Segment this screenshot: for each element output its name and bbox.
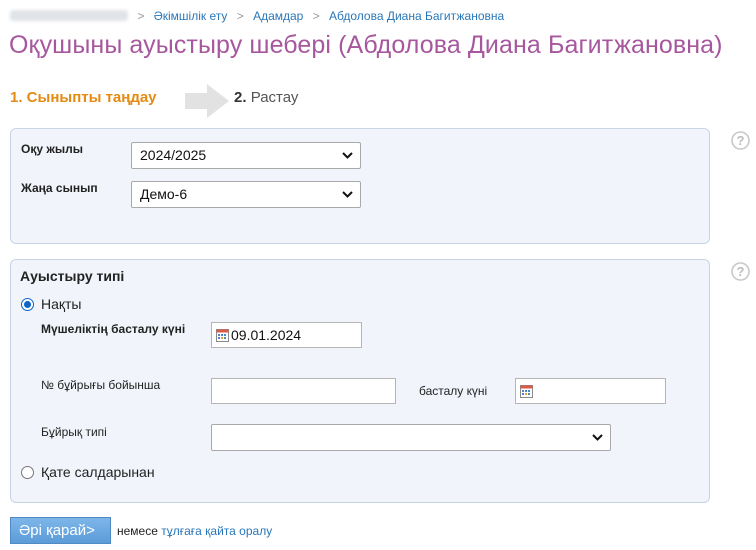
order-type-select[interactable]: [211, 424, 611, 451]
start-date-label: басталу күні: [419, 384, 488, 398]
new-class-select[interactable]: Демо-6: [131, 181, 361, 208]
chevron-down-icon: [342, 191, 353, 198]
or-text: немесе: [117, 524, 158, 538]
radio-exact[interactable]: [21, 298, 34, 311]
start-date-field[interactable]: [515, 378, 666, 404]
next-button[interactable]: Әрі қарай>: [10, 517, 111, 544]
wizard-steps: 1. Сыныпты таңдау 2. Растау: [10, 84, 410, 118]
membership-start-value: 09.01.2024: [231, 327, 302, 343]
breadcrumb-separator: >: [312, 9, 320, 23]
membership-start-date-field[interactable]: 09.01.2024: [211, 322, 362, 348]
order-type-label: Бұйрық типі: [41, 425, 107, 439]
svg-text:?: ?: [737, 133, 745, 148]
new-class-value: Демо-6: [140, 186, 188, 202]
step-arrow-icon: [185, 84, 229, 118]
step-select-class: 1. Сыныпты таңдау: [10, 89, 157, 106]
page-title: Оқушыны ауыстыру шебері (Абдолова Диана …: [9, 31, 723, 59]
order-number-input[interactable]: [211, 378, 396, 404]
breadcrumb-link-admin[interactable]: Әкімшілік ету: [154, 9, 228, 23]
breadcrumb-hidden-item: [10, 10, 128, 21]
footer-text: немесе тұлғаға қайта оралу: [117, 524, 272, 538]
chevron-down-icon: [342, 152, 353, 159]
calendar-icon[interactable]: [520, 385, 533, 398]
membership-start-label: Мүшеліктің басталу күні: [41, 322, 186, 336]
breadcrumb-link-person[interactable]: Абдолова Диана Багитжановна: [329, 9, 504, 23]
breadcrumb-link-people[interactable]: Адамдар: [253, 9, 303, 23]
breadcrumb: > Әкімшілік ету > Адамдар > Абдолова Диа…: [10, 9, 504, 23]
class-selection-panel: Оқу жылы 2024/2025 Жаңа сынып Демо-6: [10, 128, 710, 244]
breadcrumb-separator: >: [137, 9, 145, 23]
help-icon[interactable]: ?: [731, 262, 750, 281]
calendar-icon[interactable]: [216, 329, 229, 342]
order-number-label: № бұйрығы бойынша: [41, 378, 161, 392]
step-confirm-label: Растау: [250, 89, 299, 106]
step-confirm: 2. Растау: [234, 89, 298, 106]
svg-text:?: ?: [737, 264, 745, 279]
breadcrumb-separator: >: [236, 9, 244, 23]
step-confirm-number: 2.: [234, 89, 247, 106]
radio-exact-label[interactable]: Нақты: [41, 296, 82, 312]
school-year-select[interactable]: 2024/2025: [131, 142, 361, 169]
radio-error-label[interactable]: Қате салдарынан: [41, 464, 155, 480]
help-icon[interactable]: ?: [731, 131, 750, 150]
back-to-person-link[interactable]: тұлғаға қайта оралу: [161, 524, 272, 538]
transfer-type-title: Ауыстыру типі: [20, 268, 125, 284]
radio-error[interactable]: [21, 466, 34, 479]
school-year-value: 2024/2025: [140, 147, 207, 163]
new-class-label: Жаңа сынып: [21, 181, 98, 195]
chevron-down-icon: [592, 434, 603, 441]
school-year-label: Оқу жылы: [21, 142, 83, 156]
